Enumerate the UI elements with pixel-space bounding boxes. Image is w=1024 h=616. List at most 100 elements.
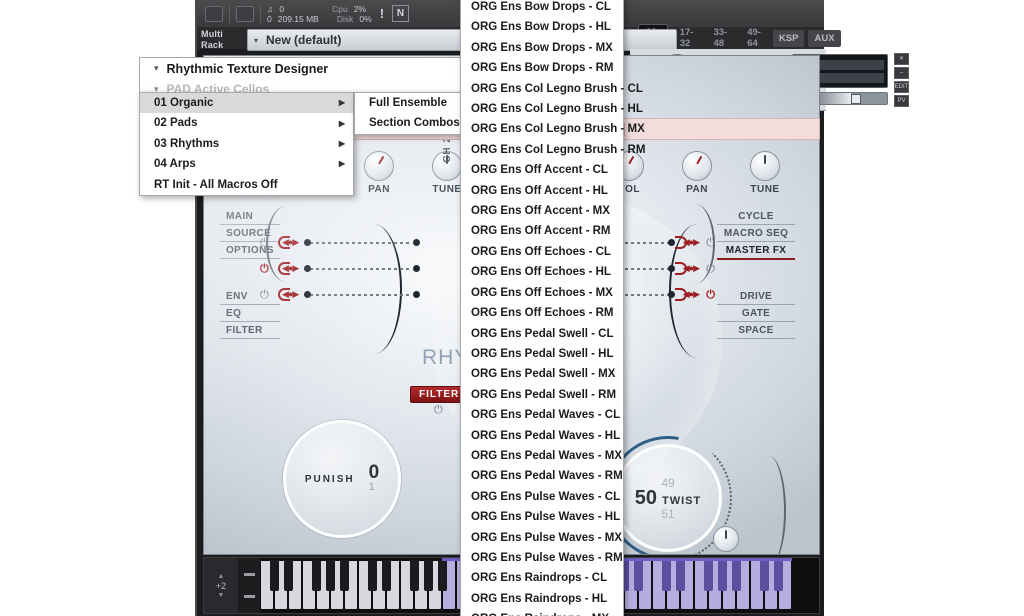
level-thumb[interactable] (851, 94, 862, 104)
twist-knob[interactable]: 49 50 TWIST 51 (581, 411, 755, 554)
tab-33-48[interactable]: 33-48 (705, 24, 735, 52)
routing-row-env[interactable]: ⏻ ◀●▶ (260, 236, 420, 250)
sidebar-item-filter[interactable]: FILTER (220, 322, 280, 339)
sidebar-item-eq[interactable]: EQ (220, 305, 280, 322)
minimize-icon[interactable]: – (894, 66, 909, 79)
menu-item-instrument[interactable]: ORG Ens Pedal Swell - RM (461, 385, 623, 405)
menu-item-instrument[interactable]: ORG Ens Raindrops - MX (461, 609, 623, 616)
menu-item-instrument[interactable]: ORG Ens Off Echoes - CL (461, 242, 623, 262)
menu-item-category[interactable]: 02 Pads ▶ (140, 113, 353, 133)
piano-key-black[interactable] (703, 560, 713, 591)
menu-instrument-list[interactable]: ORG Ens Bow Drops - CL ORG Ens Bow Drops … (460, 0, 645, 616)
chevron-down-icon[interactable]: ▾ (154, 63, 159, 74)
piano-key-black[interactable] (661, 560, 671, 591)
menu-item-instrument[interactable]: ORG Ens Off Accent - CL (461, 160, 623, 180)
menu-item-instrument[interactable]: ORG Ens Col Legno Brush - MX (461, 119, 645, 139)
menu-item-category[interactable]: 01 Organic ▶ (140, 93, 353, 114)
close-icon[interactable]: ✕ (894, 52, 909, 65)
piano-key-black[interactable] (311, 560, 321, 591)
piano-key-black[interactable] (773, 560, 783, 591)
pan-knob-left[interactable]: PAN (362, 151, 396, 195)
menu-item-instrument[interactable]: ORG Ens Pedal Waves - RM (461, 466, 623, 486)
menu-item-instrument[interactable]: ORG Ens Pedal Swell - CL (461, 324, 623, 344)
piano-key-black[interactable] (269, 560, 279, 591)
menu-item-instrument[interactable]: ORG Ens Off Accent - RM (461, 221, 623, 241)
multi-view-icon[interactable] (236, 5, 254, 22)
octave-control[interactable]: ▲ +2 ▼ (204, 558, 238, 613)
menu-item-instrument[interactable]: ORG Ens Pulse Waves - CL (461, 487, 623, 507)
menu-item-instrument[interactable]: ORG Ens Col Legno Brush - HL (461, 99, 643, 119)
piano-key-black[interactable] (423, 560, 433, 591)
browser-toggle-icon[interactable] (205, 5, 223, 22)
sidebar-item-space[interactable]: SPACE (717, 322, 795, 339)
menu-item-instrument[interactable]: ORG Ens Raindrops - HL (461, 589, 623, 609)
piano-key-black[interactable] (437, 560, 447, 591)
routing-row-eq[interactable]: ⏻ ◀●▶ (260, 262, 420, 276)
tune-knob-right[interactable]: TUNE (748, 151, 782, 195)
pan-knob-right[interactable]: PAN (680, 151, 714, 195)
menu-item-category[interactable]: RT Init - All Macros Off (140, 175, 353, 195)
piano-key-black[interactable] (675, 560, 685, 591)
sidebar-item-macro-seq[interactable]: MACRO SEQ (717, 225, 795, 242)
piano-key-black[interactable] (717, 560, 727, 591)
piano-key-black[interactable] (381, 560, 391, 591)
menu-item-instrument[interactable]: ORG Ens Col Legno Brush - CL (461, 79, 643, 99)
menu-item-category[interactable]: 03 Rhythms ▶ (140, 134, 353, 154)
piano-key-black[interactable] (731, 560, 741, 591)
menu-item-submenu[interactable]: Full Ensemble▶ (355, 93, 477, 113)
menu-item-instrument[interactable]: ORG Ens Pedal Waves - MX (461, 446, 623, 466)
sidebar-item-drive[interactable]: DRIVE (717, 288, 795, 305)
menu-categories[interactable]: 01 Organic ▶ 02 Pads ▶ 03 Rhythms ▶ 04 Arps ▶ RT… (139, 92, 354, 197)
menu-item-category[interactable]: 04 Arps ▶ (140, 154, 353, 174)
piano-key-black[interactable] (367, 560, 377, 591)
menu-item-instrument[interactable]: ORG Ens Off Echoes - HL (461, 262, 623, 282)
edit-button[interactable]: EDIT (894, 80, 909, 93)
power-icon[interactable]: ⏻ (434, 404, 443, 417)
menu-item-instrument[interactable]: ORG Ens Pedal Swell - HL (461, 344, 623, 364)
menu-item-instrument[interactable]: ORG Ens Bow Drops - CL (461, 0, 623, 17)
power-icon[interactable]: ⏻ (706, 237, 715, 250)
menu-item-instrument[interactable]: ORG Ens Pedal Waves - HL (461, 426, 623, 446)
tab-49-64[interactable]: 49-64 (739, 24, 769, 52)
power-icon[interactable]: ⏻ (706, 289, 715, 302)
piano-key-black[interactable] (409, 560, 419, 591)
menu-item-instrument[interactable]: ORG Ens Pulse Waves - RM (461, 548, 623, 568)
routing-row-filter[interactable]: ⏻ ◀●▶ (260, 288, 420, 302)
power-icon[interactable]: ⏻ (260, 289, 269, 302)
power-icon[interactable]: ⏻ (706, 263, 715, 276)
tab-aux[interactable]: AUX (808, 29, 841, 47)
menu-item-instrument[interactable]: ORG Ens Pulse Waves - HL (461, 507, 623, 527)
slot-edge-buttons: ✕ – EDIT PV (894, 52, 909, 107)
sidebar-item-master-fx[interactable]: MASTER FX (717, 242, 795, 260)
menu-item-instrument[interactable]: ORG Ens Off Echoes - MX (461, 283, 623, 303)
sidebar-item-gate[interactable]: GATE (717, 305, 795, 322)
piano-key-black[interactable] (283, 560, 293, 591)
menu-item-instrument[interactable]: ORG Ens Bow Drops - HL (461, 17, 623, 37)
menu-item-instrument[interactable]: ORG Ens Pedal Waves - CL (461, 405, 623, 425)
sidebar-item-cycle[interactable]: CYCLE (717, 208, 795, 225)
piano-key-black[interactable] (339, 560, 349, 591)
piano-key-black[interactable] (633, 560, 643, 591)
punish-knob[interactable]: PUNISH 0 1 (283, 420, 401, 538)
tab-ksp[interactable]: KSP (772, 29, 805, 47)
power-icon[interactable]: ⏻ (260, 263, 269, 276)
alert-icon[interactable]: ! (380, 6, 384, 21)
purge-button[interactable]: PV (894, 94, 909, 107)
piano-key-black[interactable] (325, 560, 335, 591)
rate-knob[interactable]: RATE (709, 526, 743, 554)
menu-item-instrument[interactable]: ORG Ens Pedal Swell - MX (461, 364, 623, 384)
menu-item-instrument[interactable]: ORG Ens Bow Drops - RM (461, 58, 623, 78)
menu-item-instrument[interactable]: ORG Ens Pulse Waves - MX (461, 528, 623, 548)
menu-item-instrument[interactable]: ORG Ens Off Echoes - RM (461, 303, 623, 323)
octave-up-icon[interactable]: ▲ (218, 573, 225, 580)
menu-item-instrument[interactable]: ORG Ens Off Accent - MX (461, 201, 623, 221)
menu-item-instrument[interactable]: ORG Ens Bow Drops - MX (461, 38, 623, 58)
piano-key-black[interactable] (759, 560, 769, 591)
power-icon[interactable]: ⏻ (260, 237, 269, 250)
menu-item-submenu[interactable]: Section Combos▶ (355, 113, 477, 133)
menu-item-instrument[interactable]: ORG Ens Col Legno Brush - RM (461, 140, 645, 160)
modwheel-strip[interactable] (238, 558, 260, 613)
menu-item-instrument[interactable]: ORG Ens Off Accent - HL (461, 181, 623, 201)
menu-item-instrument[interactable]: ORG Ens Raindrops - CL (461, 568, 623, 588)
octave-down-icon[interactable]: ▼ (218, 592, 225, 599)
